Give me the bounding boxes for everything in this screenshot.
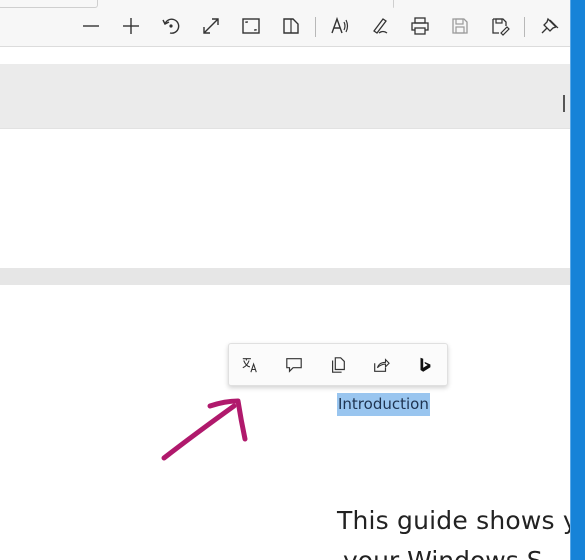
page-view-button[interactable]	[238, 13, 264, 39]
bing-icon	[420, 357, 431, 372]
zoom-out-button[interactable]	[78, 13, 104, 39]
share-button[interactable]	[370, 354, 392, 376]
print-button[interactable]	[407, 13, 433, 39]
rotate-icon	[162, 18, 180, 34]
two-page-button[interactable]	[278, 13, 304, 39]
translate-icon	[242, 358, 257, 373]
rotate-button[interactable]	[158, 13, 184, 39]
pdf-viewer: Introduction This guide shows y your Win…	[0, 0, 570, 560]
draw-button[interactable]	[367, 13, 393, 39]
taskbar-edge	[570, 0, 585, 560]
annotation-arrow-icon	[161, 398, 248, 461]
page-separator	[0, 268, 570, 285]
read-aloud-icon	[331, 16, 349, 34]
copy-icon	[332, 357, 345, 373]
fit-to-page-button[interactable]	[198, 13, 224, 39]
toolbar-separator	[315, 17, 316, 37]
save-as-icon	[492, 18, 510, 36]
page-view-icon	[242, 18, 260, 34]
comment-icon	[286, 358, 302, 373]
copy-button[interactable]	[327, 354, 349, 376]
draw-icon	[373, 18, 388, 34]
tab-edge	[0, 0, 98, 8]
save-button[interactable]	[447, 13, 473, 39]
document-body-text-line-2: your Windows S	[343, 546, 543, 560]
page-header-area	[0, 64, 570, 129]
bing-search-button[interactable]	[414, 354, 436, 376]
fit-to-page-icon	[203, 18, 219, 34]
selected-text-introduction[interactable]: Introduction	[337, 393, 430, 416]
save-icon	[452, 18, 468, 34]
comment-button[interactable]	[283, 354, 305, 376]
pin-toolbar-icon	[541, 17, 559, 34]
tab-divider	[393, 0, 395, 8]
toolbar-separator	[524, 17, 525, 37]
taskbar-edge-highlight	[570, 0, 571, 560]
read-aloud-button[interactable]	[327, 13, 353, 39]
two-page-icon	[283, 18, 299, 34]
text-cursor	[563, 95, 565, 112]
translate-button[interactable]	[239, 354, 261, 376]
pdf-toolbar	[0, 0, 570, 47]
selection-toolbar	[228, 343, 448, 386]
zoom-in-button[interactable]	[118, 13, 144, 39]
zoom-out-icon	[83, 25, 99, 27]
zoom-in-icon	[123, 18, 139, 34]
document-body-text: This guide shows y	[337, 506, 570, 535]
save-as-button[interactable]	[487, 13, 513, 39]
pin-toolbar-button[interactable]	[536, 13, 562, 39]
print-icon	[411, 17, 429, 35]
share-icon	[374, 358, 390, 372]
